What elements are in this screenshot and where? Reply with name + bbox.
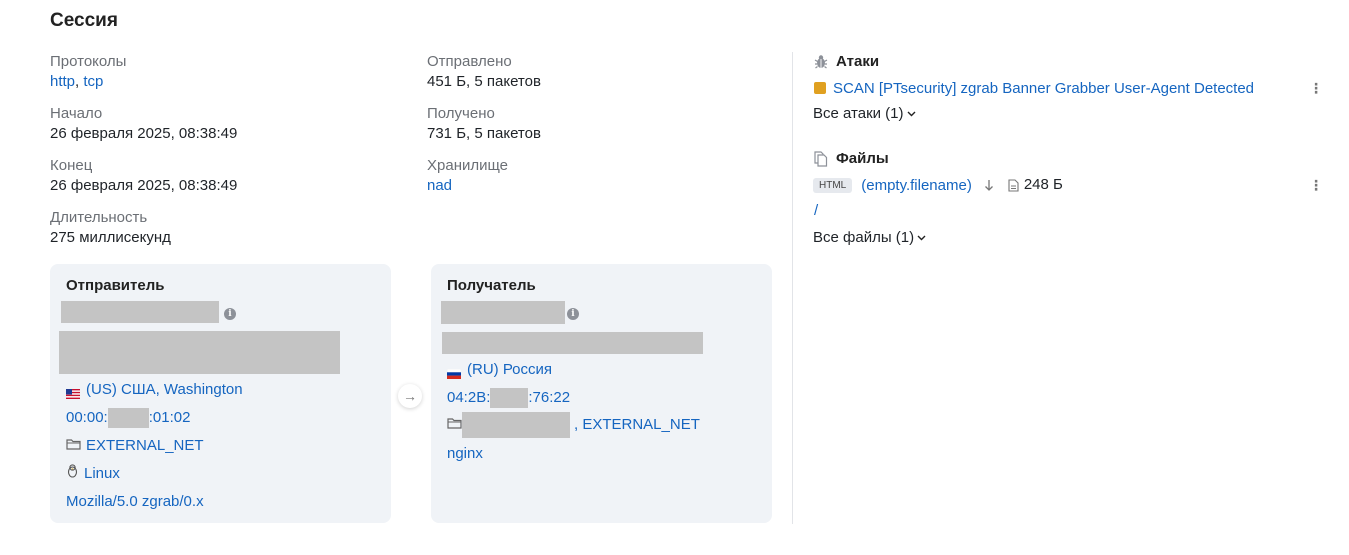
attack-link[interactable]: SCAN [PTsecurity] zgrab Banner Grabber U… [833, 80, 1254, 97]
files-title: Файлы [836, 150, 889, 167]
receiver-network-link[interactable]: , EXTERNAL_NET [574, 415, 700, 435]
protocols-separator: , [75, 73, 80, 90]
file-item[interactable]: HTML (empty.filename) 248 Б [813, 176, 1063, 194]
all-attacks-toggle[interactable]: Все атаки (1) [813, 105, 916, 122]
receiver-card: Получатель i (RU) Россия 04:2B: :76:22 ,… [431, 264, 772, 523]
all-files-label: Все файлы (1) [813, 229, 915, 246]
file-size: 248 Б [1023, 176, 1063, 193]
us-flag-icon [66, 385, 80, 399]
sender-ip-redacted [61, 301, 219, 323]
sent-label: Отправлено [427, 53, 512, 70]
protocols-label: Протоколы [50, 53, 127, 70]
all-attacks-label: Все атаки (1) [813, 105, 904, 122]
arrow-right-icon: → [398, 384, 422, 408]
sender-geo-row[interactable]: (US) США, Washington [66, 380, 243, 400]
receiver-geo-link[interactable]: (RU) Россия [467, 360, 552, 380]
file-name-link[interactable]: (empty.filename) [861, 177, 972, 194]
bug-icon [814, 54, 828, 69]
receiver-hostname-redacted [442, 332, 703, 354]
receiver-network-row[interactable]: , EXTERNAL_NET [447, 412, 700, 438]
kebab-icon[interactable]: ⋮ [1309, 80, 1323, 96]
sender-mac-prefix[interactable]: 00:00: [66, 408, 108, 428]
folder-icon [66, 436, 81, 456]
receiver-geo-row[interactable]: (RU) Россия [446, 360, 552, 380]
storage-value: nad [427, 177, 452, 195]
all-files-toggle[interactable]: Все файлы (1) [813, 229, 926, 246]
storage-link[interactable]: nad [427, 177, 452, 194]
start-label: Начало [50, 105, 103, 122]
sender-network-row[interactable]: EXTERNAL_NET [66, 436, 204, 456]
sender-mac-redacted [107, 408, 149, 428]
sender-geo-link[interactable]: (US) США, Washington [86, 380, 243, 400]
info-icon[interactable]: i [567, 308, 579, 320]
chevron-down-icon [907, 108, 916, 120]
sender-ua-link[interactable]: Mozilla/5.0 zgrab/0.x [66, 492, 204, 512]
receiver-app-link[interactable]: nginx [447, 444, 483, 464]
sender-os-row[interactable]: Linux [66, 464, 120, 484]
attacks-title: Атаки [836, 53, 880, 70]
end-label: Конец [50, 157, 93, 174]
sender-mac-suffix[interactable]: :01:02 [149, 408, 191, 428]
protocol-link-http[interactable]: http [50, 73, 75, 90]
receiver-mac-redacted [490, 388, 529, 408]
file-icon [1008, 178, 1019, 192]
files-header: Файлы [814, 150, 889, 167]
file-type-badge: HTML [813, 177, 853, 193]
end-value: 26 февраля 2025, 08:38:49 [50, 177, 238, 194]
sender-mac-row[interactable]: 00:00: :01:02 [66, 408, 190, 428]
received-value: 731 Б, 5 пакетов [427, 125, 541, 142]
attack-item[interactable]: SCAN [PTsecurity] zgrab Banner Grabber U… [814, 79, 1254, 97]
penguin-icon [66, 464, 79, 484]
page-title: Сессия [50, 10, 118, 31]
info-icon[interactable]: i [224, 308, 236, 320]
sent-value: 451 Б, 5 пакетов [427, 73, 541, 90]
receiver-app-row[interactable]: nginx [447, 444, 483, 464]
sender-ua-row[interactable]: Mozilla/5.0 zgrab/0.x [66, 492, 204, 512]
storage-label: Хранилище [427, 157, 508, 174]
column-divider [792, 52, 793, 524]
receiver-network-redacted [462, 412, 570, 438]
start-value: 26 февраля 2025, 08:38:49 [50, 125, 238, 142]
sender-hostname-redacted [59, 331, 340, 374]
receiver-ip-redacted [441, 301, 565, 324]
folder-icon [447, 415, 462, 435]
file-path: / [814, 202, 818, 219]
receiver-title: Получатель [447, 277, 536, 294]
received-label: Получено [427, 105, 495, 122]
file-path-link[interactable]: / [814, 202, 818, 219]
sender-network-link[interactable]: EXTERNAL_NET [86, 436, 204, 456]
duration-label: Длительность [50, 209, 148, 226]
receiver-mac-suffix[interactable]: :76:22 [528, 388, 570, 408]
receiver-mac-row[interactable]: 04:2B: :76:22 [447, 388, 570, 408]
protocols-value: http, tcp [50, 73, 103, 91]
sender-title: Отправитель [66, 277, 165, 294]
sender-os-link[interactable]: Linux [84, 464, 120, 484]
duration-value: 275 миллисекунд [50, 229, 171, 246]
sender-card: Отправитель i (US) США, Washington 00:00… [50, 264, 391, 523]
severity-badge [814, 82, 826, 94]
protocol-link-tcp[interactable]: tcp [83, 73, 103, 90]
chevron-down-icon [917, 232, 926, 244]
attacks-header: Атаки [814, 53, 879, 70]
receiver-mac-prefix[interactable]: 04:2B: [447, 388, 490, 408]
kebab-icon[interactable]: ⋮ [1309, 177, 1323, 193]
ru-flag-icon [446, 365, 462, 379]
files-icon [814, 150, 828, 167]
download-icon[interactable] [984, 179, 994, 192]
